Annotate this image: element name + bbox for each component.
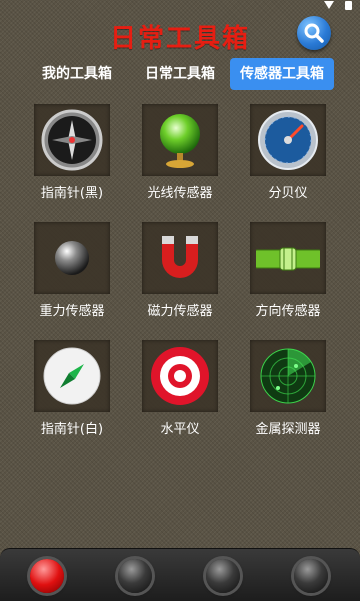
tool-compass-white[interactable]: 指南针(白) — [32, 340, 112, 437]
light-sensor-icon — [160, 114, 200, 168]
nav-button-1[interactable] — [30, 559, 64, 593]
status-bar — [0, 0, 360, 12]
target-icon — [151, 347, 209, 405]
compass-black-icon — [41, 109, 103, 171]
nav-button-3[interactable] — [206, 559, 240, 593]
search-icon — [304, 23, 324, 43]
wifi-icon — [324, 1, 334, 9]
tool-icon-box — [250, 104, 326, 176]
tool-label: 磁力传感器 — [147, 304, 213, 319]
tab-daily-tools[interactable]: 日常工具箱 — [135, 58, 225, 90]
tool-icon-box — [34, 222, 110, 294]
tool-icon-box — [250, 222, 326, 294]
tool-magnetic-sensor[interactable]: 磁力传感器 — [140, 222, 220, 319]
tool-icon-box — [34, 104, 110, 176]
tool-gravity-sensor[interactable]: 重力传感器 — [32, 222, 112, 319]
tool-compass-black[interactable]: 指南针(黑) — [32, 104, 112, 201]
gravity-ball-icon — [55, 241, 89, 275]
tool-label: 光线传感器 — [147, 186, 213, 201]
nav-button-2[interactable] — [118, 559, 152, 593]
tool-icon-box — [142, 340, 218, 412]
spirit-level-icon — [256, 247, 320, 271]
tab-bar: 我的工具箱 日常工具箱 传感器工具箱 — [0, 58, 360, 92]
tool-label: 水平仪 — [160, 422, 200, 437]
magnet-icon — [162, 236, 198, 278]
tool-icon-box — [34, 340, 110, 412]
tool-label: 分贝仪 — [268, 186, 308, 201]
tab-sensor-tools[interactable]: 传感器工具箱 — [230, 58, 334, 90]
tool-icon-box — [142, 222, 218, 294]
tool-label: 指南针(白) — [40, 422, 104, 437]
search-button[interactable] — [297, 16, 331, 50]
tab-my-tools[interactable]: 我的工具箱 — [32, 58, 122, 90]
radar-icon — [260, 348, 316, 404]
battery-icon — [345, 1, 352, 10]
compass-white-icon — [43, 347, 101, 405]
tool-label: 重力传感器 — [39, 304, 105, 319]
tool-label: 金属探测器 — [255, 422, 321, 437]
tool-level-meter[interactable]: 水平仪 — [140, 340, 220, 437]
tool-icon-box — [142, 104, 218, 176]
tool-icon-box — [250, 340, 326, 412]
tool-orientation-sensor[interactable]: 方向传感器 — [248, 222, 328, 319]
tool-label: 方向传感器 — [255, 304, 321, 319]
tool-light-sensor[interactable]: 光线传感器 — [140, 104, 220, 201]
nav-button-4[interactable] — [294, 559, 328, 593]
bottom-nav — [0, 548, 360, 601]
tool-label: 指南针(黑) — [40, 186, 104, 201]
tool-decibel-meter[interactable]: 分贝仪 — [248, 104, 328, 201]
decibel-meter-icon — [258, 110, 318, 170]
tool-metal-detector[interactable]: 金属探测器 — [248, 340, 328, 437]
